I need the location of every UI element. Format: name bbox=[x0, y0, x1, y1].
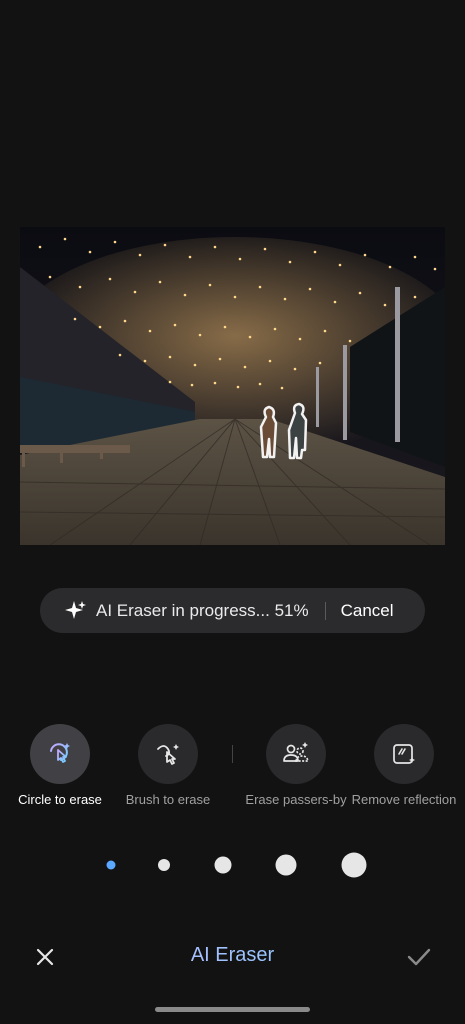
progress-status-text: AI Eraser in progress... 51% bbox=[96, 600, 309, 620]
photo-canvas bbox=[20, 227, 445, 545]
brush-size-selector bbox=[0, 840, 465, 890]
tool-label: Remove reflection bbox=[351, 792, 457, 807]
tool-remove-reflection[interactable]: Remove reflection bbox=[349, 724, 459, 807]
home-indicator[interactable] bbox=[155, 1007, 310, 1012]
tools-divider bbox=[232, 745, 233, 763]
passers-by-icon bbox=[266, 724, 326, 784]
brush-size-dot-2[interactable] bbox=[158, 859, 170, 871]
edited-photo[interactable] bbox=[20, 227, 445, 545]
tool-brush-to-erase[interactable]: Brush to erase bbox=[113, 724, 223, 807]
brush-size-dot-5[interactable] bbox=[341, 852, 367, 878]
screen-title: AI Eraser bbox=[0, 944, 465, 967]
bottom-action-bar: AI Eraser bbox=[0, 930, 465, 982]
brush-size-dot-1[interactable] bbox=[106, 860, 116, 870]
circle-erase-icon bbox=[30, 724, 90, 784]
ai-sparkle-icon bbox=[56, 588, 96, 633]
tool-label: Erase passers-by bbox=[245, 792, 347, 807]
brush-size-dot-3[interactable] bbox=[214, 856, 232, 874]
cancel-button[interactable]: Cancel bbox=[341, 601, 394, 621]
tool-label: Circle to erase bbox=[18, 792, 102, 807]
check-icon[interactable] bbox=[402, 940, 436, 974]
brush-erase-icon bbox=[138, 724, 198, 784]
tool-erase-passers-by[interactable]: Erase passers-by bbox=[241, 724, 351, 807]
reflection-icon bbox=[374, 724, 434, 784]
tool-circle-to-erase[interactable]: Circle to erase bbox=[5, 724, 115, 807]
ai-eraser-progress-bar: AI Eraser in progress... 51% Cancel bbox=[40, 588, 425, 633]
pill-divider bbox=[324, 601, 326, 620]
brush-size-dot-4[interactable] bbox=[275, 854, 297, 876]
tool-label: Brush to erase bbox=[125, 792, 211, 807]
